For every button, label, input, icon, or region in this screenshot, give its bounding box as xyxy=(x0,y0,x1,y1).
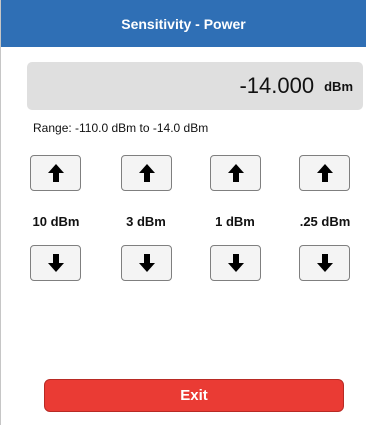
step-10-down-button[interactable] xyxy=(30,245,81,281)
arrow-down-icon xyxy=(138,254,155,272)
step-label-1: 1 dBm xyxy=(215,214,255,229)
window-border xyxy=(0,0,1,425)
step-label-10: 10 dBm xyxy=(32,214,80,229)
step-1-down-button[interactable] xyxy=(210,245,261,281)
power-readout: -14.000 dBm xyxy=(27,62,363,110)
step-025-up-button[interactable] xyxy=(299,155,350,191)
arrow-up-icon xyxy=(47,164,64,182)
title-bar: Sensitivity - Power xyxy=(1,0,366,47)
range-text: Range: -110.0 dBm to -14.0 dBm xyxy=(33,121,209,135)
arrow-up-icon xyxy=(316,164,333,182)
exit-button[interactable]: Exit xyxy=(44,379,344,412)
step-3-up-button[interactable] xyxy=(121,155,172,191)
step-3-down-button[interactable] xyxy=(121,245,172,281)
step-label-3: 3 dBm xyxy=(126,214,166,229)
power-value: -14.000 xyxy=(239,73,315,98)
arrow-down-icon xyxy=(47,254,64,272)
power-unit: dBm xyxy=(324,78,353,94)
exit-label: Exit xyxy=(180,387,208,404)
step-1-up-button[interactable] xyxy=(210,155,261,191)
arrow-up-icon xyxy=(138,164,155,182)
arrow-down-icon xyxy=(316,254,333,272)
page-title: Sensitivity - Power xyxy=(121,15,246,32)
step-025-down-button[interactable] xyxy=(299,245,350,281)
step-10-up-button[interactable] xyxy=(30,155,81,191)
arrow-down-icon xyxy=(227,254,244,272)
step-label-025: .25 dBm xyxy=(299,214,351,229)
arrow-up-icon xyxy=(227,164,244,182)
